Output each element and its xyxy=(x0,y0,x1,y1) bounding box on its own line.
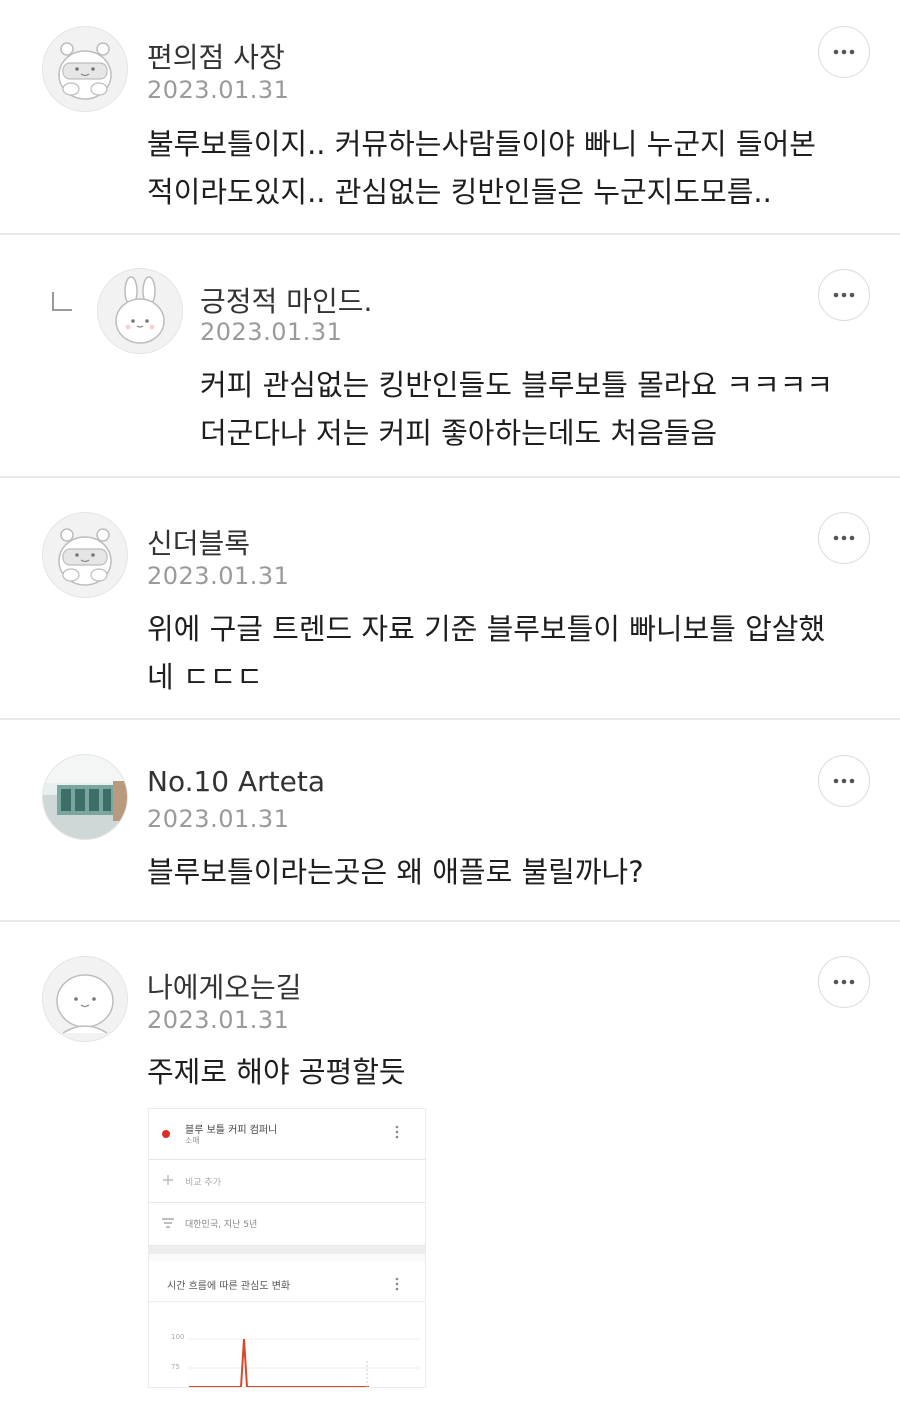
kebab-menu-icon xyxy=(395,1277,399,1291)
comment-text-line: 네 ㄷㄷㄷ xyxy=(147,660,263,694)
hamster-avatar-icon[interactable] xyxy=(42,512,128,598)
comment-author[interactable]: 편의점 사장 xyxy=(147,36,285,76)
comment-divider xyxy=(0,718,900,720)
comment-date: 2023.01.31 xyxy=(200,318,343,346)
comment-date: 2023.01.31 xyxy=(147,562,290,590)
comment-date: 2023.01.31 xyxy=(147,805,290,833)
more-dots-icon xyxy=(833,979,855,985)
comment-text-line: 더군다나 저는 커피 좋아하는데도 처음들음 xyxy=(200,416,718,450)
trends-topic-card: 블루 보틀 커피 컴퍼니 소매 xyxy=(149,1109,425,1160)
comment-text: 커피 관심없는 킹반인들도 블루보틀 몰라요 ㅋㅋㅋㅋ 더군다나 저는 커피 좋… xyxy=(200,361,900,457)
trend-spike xyxy=(189,1338,369,1387)
comment-date: 2023.01.31 xyxy=(147,76,290,104)
hamster-avatar-icon[interactable] xyxy=(42,26,128,112)
trend-line-chart xyxy=(189,1338,419,1387)
more-dots-icon xyxy=(833,292,855,298)
comment-text-line: 커피 관심없는 킹반인들도 블루보틀 몰라요 ㅋㅋㅋㅋ xyxy=(200,368,834,402)
more-options-button[interactable] xyxy=(818,512,870,564)
comment-divider xyxy=(0,476,900,478)
comment-text-line: 주제로 해야 공평할듯 xyxy=(147,1055,406,1089)
comment-text-line: 블루보틀이라는곳은 왜 애플로 불릴까나? xyxy=(147,855,644,889)
comment-text-line: 적이라도있지.. 관심없는 킹반인들은 누군지도모름.. xyxy=(147,175,772,209)
comment-divider xyxy=(0,233,900,235)
comment-author[interactable]: No.10 Arteta xyxy=(147,765,325,798)
section-gap xyxy=(149,1246,425,1254)
comment-text: 불루보틀이지.. 커뮤하는사람들이야 빠니 누군지 들어본 적이라도있지.. 관… xyxy=(147,120,867,216)
photo-avatar[interactable] xyxy=(42,754,128,840)
comment-text: 주제로 해야 공평할듯 xyxy=(147,1048,867,1096)
face-avatar-icon[interactable] xyxy=(42,956,128,1042)
more-options-button[interactable] xyxy=(818,269,870,321)
chart-section-title: 시간 흐름에 따른 관심도 변화 xyxy=(167,1281,291,1292)
comment-author[interactable]: 신더블록 xyxy=(147,522,250,562)
trends-topic-title: 블루 보틀 커피 컴퍼니 xyxy=(185,1125,278,1136)
more-dots-icon xyxy=(833,535,855,541)
more-dots-icon xyxy=(833,778,855,784)
comment-text: 위에 구글 트렌드 자료 기준 블루보틀이 빠니보틀 압살했 네 ㄷㄷㄷ xyxy=(147,605,867,701)
reply-arrow-icon xyxy=(52,292,72,311)
filter-icon xyxy=(162,1218,174,1228)
card-divider xyxy=(149,1301,425,1302)
more-options-button[interactable] xyxy=(818,755,870,807)
comment-date: 2023.01.31 xyxy=(147,1006,290,1034)
filter-label: 대한민국, 지난 5년 xyxy=(185,1220,258,1230)
trends-chart-card: 시간 흐름에 따른 관심도 변화 100 75 xyxy=(149,1261,425,1387)
more-dots-icon xyxy=(833,49,855,55)
comment-text-line: 불루보틀이지.. 커뮤하는사람들이야 빠니 누군지 들어본 xyxy=(147,127,816,161)
attached-trends-image[interactable]: 블루 보틀 커피 컴퍼니 소매 비교 추가 대한민국, 지난 5년 시간 흐름에… xyxy=(148,1108,426,1388)
more-options-button[interactable] xyxy=(818,956,870,1008)
comment-author[interactable]: 긍정적 마인드. xyxy=(200,280,372,320)
trends-topic-subtitle: 소매 xyxy=(185,1136,200,1145)
plus-icon xyxy=(163,1175,173,1185)
comment-text-line: 위에 구글 트렌드 자료 기준 블루보틀이 빠니보틀 압살했 xyxy=(147,612,826,646)
comment-author[interactable]: 나에게오는길 xyxy=(147,966,302,1006)
comment-text: 블루보틀이라는곳은 왜 애플로 불릴까나? xyxy=(147,848,867,896)
kebab-menu-icon xyxy=(395,1125,399,1139)
trends-add-compare-row: 비교 추가 xyxy=(149,1160,425,1203)
more-options-button[interactable] xyxy=(818,26,870,78)
comment-divider xyxy=(0,920,900,922)
rabbit-avatar-icon[interactable] xyxy=(97,268,183,354)
trends-filter-row: 대한민국, 지난 5년 xyxy=(149,1203,425,1246)
add-compare-label: 비교 추가 xyxy=(185,1178,221,1188)
red-dot-icon xyxy=(162,1130,170,1138)
